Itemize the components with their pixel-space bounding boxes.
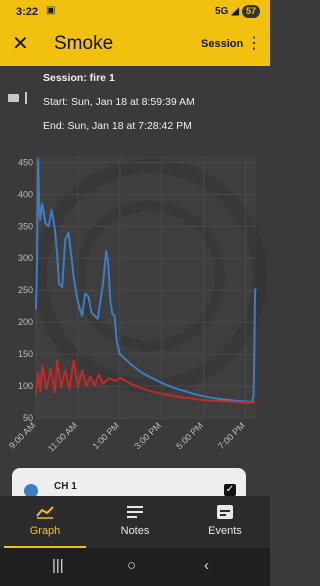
y-tick-label: 100 xyxy=(18,381,33,391)
y-tick-label: 350 xyxy=(18,221,33,231)
more-vert-icon[interactable]: ⋮ xyxy=(246,34,262,54)
status-time: 3:22 xyxy=(16,6,39,18)
page-title: Smoke xyxy=(54,33,114,54)
tab-graph[interactable]: Graph xyxy=(0,496,90,548)
signal-icon: ◢ xyxy=(231,6,239,17)
smoke-chart[interactable]: 45040035030025020015010050 9:00 AM 11:00 … xyxy=(0,146,270,468)
screenshot-icon: ▣ xyxy=(46,5,56,16)
tab-notes-label: Notes xyxy=(120,525,150,537)
tab-notes[interactable]: Notes xyxy=(90,496,180,548)
y-tick-label: 300 xyxy=(18,253,33,263)
y-tick-label: 450 xyxy=(18,157,33,167)
session-end: End: Sun, Jan 18 at 7:28:42 PM xyxy=(43,120,192,132)
app-bar: ✕ Smoke Session ⋮ xyxy=(0,24,270,66)
notes-icon xyxy=(127,506,143,518)
status-right: 5G ◢ 57 xyxy=(215,5,260,18)
session-name: Session: fire 1 xyxy=(43,72,115,84)
y-tick-label: 150 xyxy=(18,349,33,359)
tab-events[interactable]: Events xyxy=(180,496,270,548)
battery-badge: 57 xyxy=(241,5,260,18)
session-button[interactable]: Session xyxy=(201,38,243,50)
ch1-label: CH 1 xyxy=(54,481,77,492)
bottom-nav: Graph Notes Events xyxy=(0,496,270,548)
card-icon[interactable] xyxy=(8,94,19,102)
session-start: Start: Sun, Jan 18 at 8:59:39 AM xyxy=(43,96,195,108)
tab-events-label: Events xyxy=(208,525,242,537)
graph-icon xyxy=(36,506,54,519)
card-divider xyxy=(25,92,27,104)
y-tick-label: 200 xyxy=(18,317,33,327)
y-tick-label: 250 xyxy=(18,285,33,295)
network-label: 5G xyxy=(214,6,229,17)
status-bar: 3:22 ▣ 5G ◢ 57 xyxy=(0,0,270,24)
recents-icon[interactable]: ||| xyxy=(52,557,64,575)
system-nav-bar: ||| ○ ‹ xyxy=(0,548,270,586)
session-info: Session: fire 1 Start: Sun, Jan 18 at 8:… xyxy=(0,66,270,146)
y-tick-label: 400 xyxy=(18,189,33,199)
events-icon xyxy=(217,505,233,519)
close-icon[interactable]: ✕ xyxy=(12,32,29,56)
back-icon[interactable]: ‹ xyxy=(204,557,209,575)
home-icon[interactable]: ○ xyxy=(127,557,136,575)
tab-graph-label: Graph xyxy=(29,525,61,537)
y-axis: 45040035030025020015010050 xyxy=(18,157,33,423)
ch1-checkbox[interactable]: ✓ xyxy=(224,484,236,496)
